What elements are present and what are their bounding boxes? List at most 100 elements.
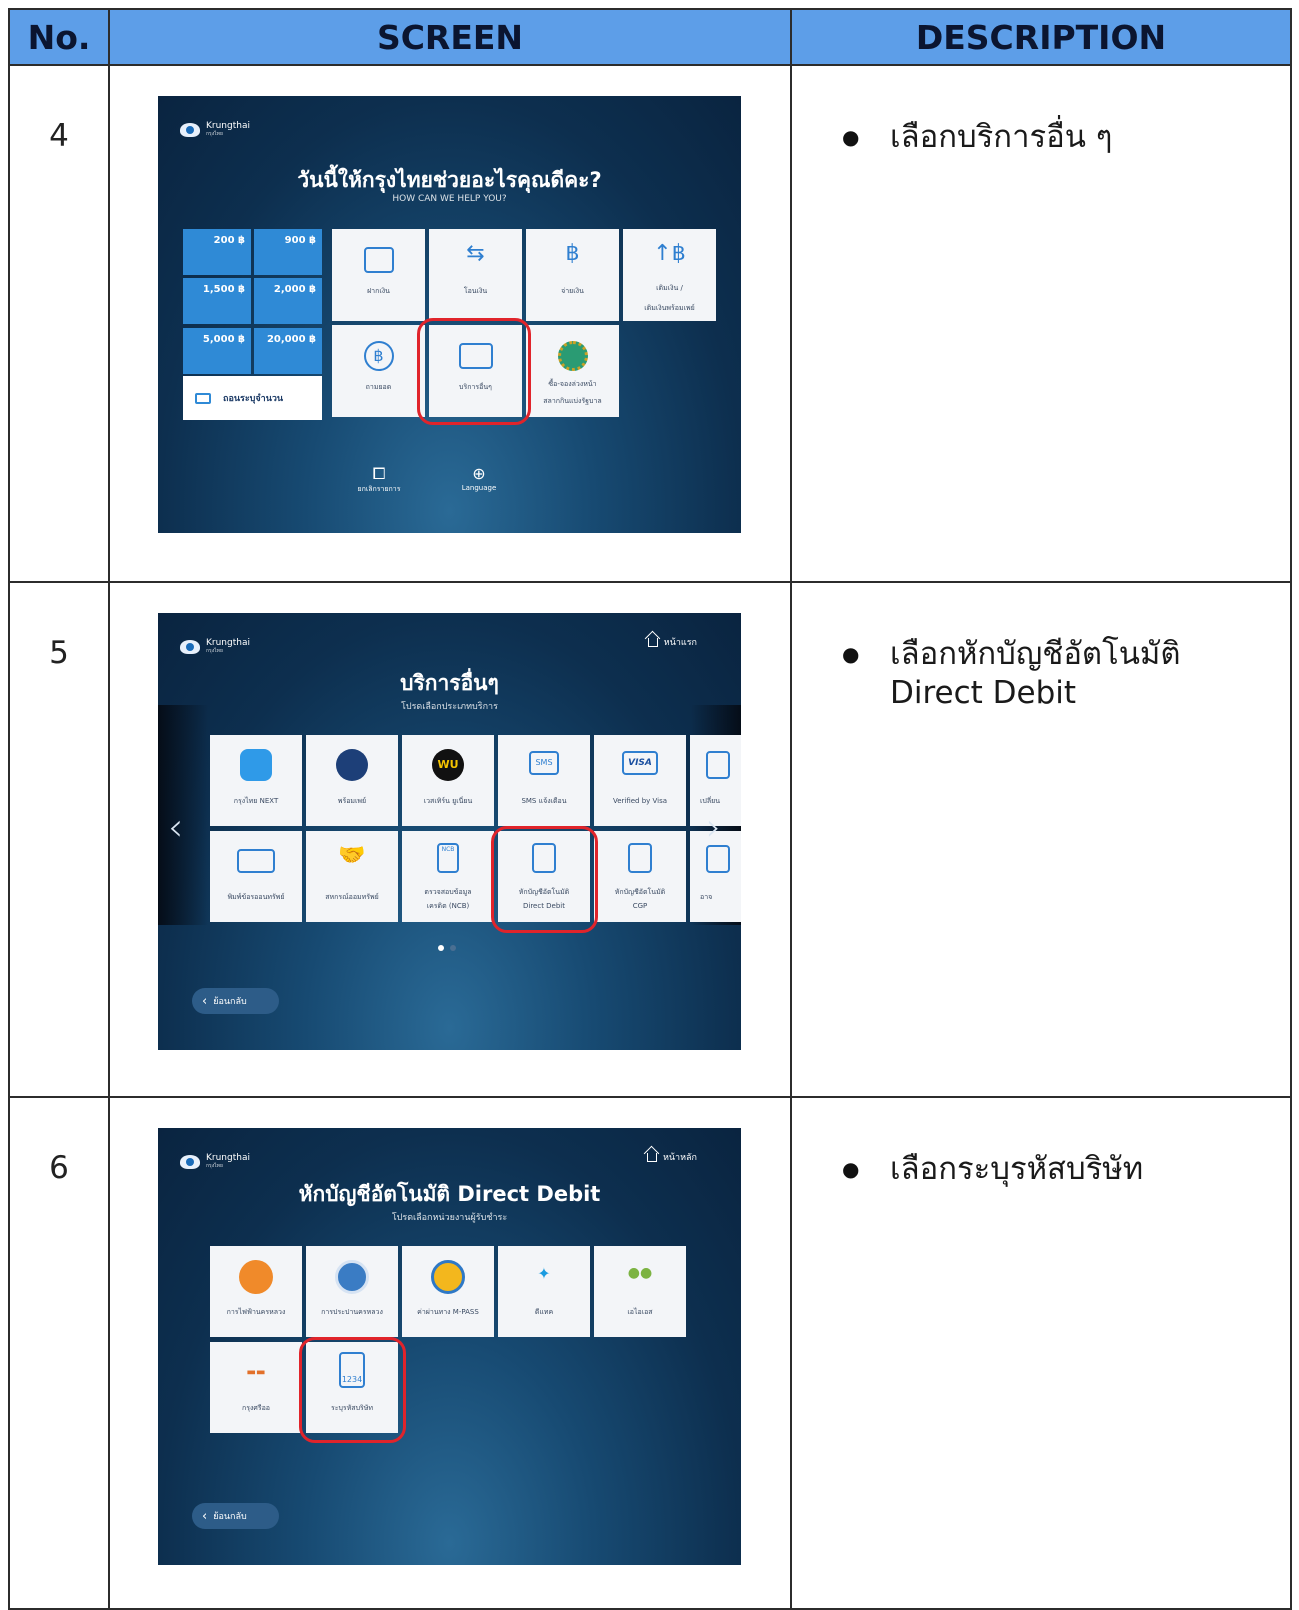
- atm-subtitle: HOW CAN WE HELP YOU?: [392, 194, 507, 204]
- home-icon: [647, 637, 658, 647]
- brand-name: Krungthai: [206, 121, 250, 131]
- mwa-logo-icon: [335, 1260, 369, 1294]
- table-row: 6 Krungthai กรุงไทย หน้าหลัก หักบัญชีอัตโ…: [8, 1096, 1292, 1610]
- withdraw-custom-label: ถอนระบุจำนวน: [223, 394, 284, 404]
- ais-tile[interactable]: ●● เอไอเอส: [594, 1246, 686, 1337]
- amount-button[interactable]: 5,000 ฿: [183, 328, 251, 374]
- ncb-check-tile[interactable]: NCB ตรวจสอบข้อมูล เครดิต (NCB): [402, 831, 494, 922]
- krungthai-logo: Krungthai กรุงไทย: [180, 122, 250, 137]
- screen-cell: Krungthai กรุงไทย หน้าหลัก หักบัญชีอัตโนม…: [108, 1096, 792, 1610]
- mpass-tile[interactable]: ค่าผ่านทาง M-PASS: [402, 1246, 494, 1337]
- sms-icon: SMS: [529, 751, 559, 775]
- monitor-icon: [706, 845, 730, 873]
- highlight-box: [417, 318, 531, 425]
- home-button[interactable]: หน้าหลัก: [646, 1150, 697, 1164]
- krungsri-tile[interactable]: ▬▬ กรุงศรีออ: [210, 1342, 302, 1433]
- language-button[interactable]: ⊕ Language: [444, 464, 514, 492]
- baht-coin-icon: ฿: [363, 341, 394, 371]
- transfer-icon: ⇆: [466, 241, 485, 266]
- home-button[interactable]: หน้าแรก: [647, 635, 697, 649]
- brand-sub: กรุงไทย: [206, 648, 223, 654]
- krungthai-logo: Krungthai กรุงไทย: [180, 639, 250, 654]
- page-dot-active[interactable]: [438, 945, 444, 951]
- highlight-box: [299, 1337, 406, 1443]
- dtac-tile[interactable]: ✦ ดีแทค: [498, 1246, 590, 1337]
- amount-button[interactable]: 200 ฿: [183, 229, 251, 275]
- visa-card-icon: VISA: [622, 751, 658, 775]
- cancel-transaction-button[interactable]: ⧠ ยกเลิกรายการ: [344, 464, 414, 495]
- lottery-tile[interactable]: ซื้อ-จองล่วงหน้า สลากกินแบ่งรัฐบาล: [526, 325, 619, 417]
- description-bullet: เลือกบริการอื่น ๆ: [834, 118, 1270, 157]
- step-number: 4: [8, 64, 110, 583]
- atm-title: บริการอื่นๆ: [400, 671, 499, 695]
- screen-cell: Krungthai กรุงไทย วันนี้ให้กรุงไทยช่วยอะไ…: [108, 64, 792, 583]
- western-union-tile[interactable]: WU เวสเทิร์น ยูเนี่ยน: [402, 735, 494, 826]
- mpass-logo-icon: [431, 1260, 465, 1294]
- atm-title: หักบัญชีอัตโนมัติ Direct Debit: [298, 1182, 601, 1206]
- page-dot[interactable]: [450, 945, 456, 951]
- home-icon: [646, 1152, 657, 1162]
- mea-logo-icon: [239, 1260, 273, 1294]
- mwa-tile[interactable]: การประปานครหลวง: [306, 1246, 398, 1337]
- topup-arrow-icon: ↑฿: [653, 241, 686, 266]
- brand-sub: กรุงไทย: [206, 1163, 223, 1169]
- description-cell: เลือกหักบัญชีอัตโนมัติDirect Debit: [790, 581, 1292, 1098]
- brand-sub: กรุงไทย: [206, 131, 223, 137]
- description-cell: เลือกบริการอื่น ๆ: [790, 64, 1292, 583]
- pay-baht-icon: ฿: [565, 241, 580, 266]
- document-icon: [706, 751, 730, 779]
- chevron-left-icon: ‹: [202, 993, 208, 1009]
- verified-by-visa-tile[interactable]: VISA Verified by Visa: [594, 735, 686, 826]
- carousel-prev-arrow[interactable]: ‹: [168, 805, 183, 849]
- amount-button[interactable]: 1,500 ฿: [183, 278, 251, 324]
- krungthai-next-icon: [240, 749, 272, 781]
- instruction-table: No. SCREEN DESCRIPTION 4 Krungthai กรุงไท…: [8, 8, 1292, 1610]
- deposit-icon: [363, 247, 394, 273]
- atm-subtitle: โปรดเลือกประเภทบริการ: [401, 702, 498, 712]
- header-screen: SCREEN: [108, 8, 792, 66]
- direct-debit-cgp-tile[interactable]: หักบัญชีอัตโนมัติ CGP: [594, 831, 686, 922]
- topup-tile[interactable]: ↑฿ เติมเงิน / เติมเงินพร้อมเพย์: [623, 229, 716, 321]
- table-row: 4 Krungthai กรุงไทย วันนี้ให้กรุงไทยช่วยอ…: [8, 64, 1292, 583]
- deposit-tile[interactable]: ฝากเงิน: [332, 229, 425, 321]
- western-union-icon: WU: [432, 749, 464, 781]
- header-description: DESCRIPTION: [790, 8, 1292, 66]
- atm-screenshot-direct-debit: Krungthai กรุงไทย หน้าหลัก หักบัญชีอัตโนม…: [158, 1128, 741, 1565]
- krungsri-logo-icon: ▬▬: [246, 1367, 266, 1378]
- krungthai-next-tile[interactable]: กรุงไทย NEXT: [210, 735, 302, 826]
- mea-tile[interactable]: การไฟฟ้านครหลวง: [210, 1246, 302, 1337]
- payment-tile[interactable]: ฿ จ่ายเงิน: [526, 229, 619, 321]
- atm-screenshot-main-menu: Krungthai กรุงไทย วันนี้ให้กรุงไทยช่วยอะไ…: [158, 96, 741, 533]
- amount-button[interactable]: 900 ฿: [254, 229, 322, 275]
- cooperative-tile[interactable]: 🤝 สหกรณ์ออมทรัพย์: [306, 831, 398, 922]
- description-bullet: เลือกหักบัญชีอัตโนมัติDirect Debit: [834, 635, 1270, 713]
- amount-button[interactable]: 20,000 ฿: [254, 328, 322, 374]
- table-header-row: No. SCREEN DESCRIPTION: [8, 8, 1292, 66]
- brand-name: Krungthai: [206, 1153, 250, 1163]
- ais-logo-icon: ●●: [627, 1265, 653, 1281]
- balance-tile[interactable]: ฿ ถามยอด: [332, 325, 425, 417]
- dtac-logo-icon: ✦: [537, 1264, 551, 1283]
- globe-icon: ⊕: [472, 464, 486, 483]
- lottery-emblem-icon: [557, 341, 588, 371]
- description-bullet: เลือกระบุรหัสบริษัท: [834, 1150, 1270, 1189]
- krungthai-bird-icon: [180, 122, 200, 137]
- chevron-left-icon: ‹: [202, 1508, 208, 1524]
- screen-cell: Krungthai กรุงไทย หน้าแรก บริการอื่นๆ โปร…: [108, 581, 792, 1098]
- amount-button[interactable]: 2,000 ฿: [254, 278, 322, 324]
- back-button[interactable]: ‹ ย้อนกลับ: [192, 1503, 279, 1529]
- handshake-icon: 🤝: [338, 843, 366, 868]
- carousel-next-arrow[interactable]: ›: [706, 805, 721, 849]
- transfer-tile[interactable]: ⇆ โอนเงิน: [429, 229, 522, 321]
- krungthai-bird-icon: [180, 1154, 200, 1169]
- withdraw-custom-amount-button[interactable]: ถอนระบุจำนวน: [183, 376, 322, 420]
- promptpay-tile[interactable]: พร้อมเพย์: [306, 735, 398, 826]
- krungthai-bird-icon: [180, 639, 200, 654]
- back-button[interactable]: ‹ ย้อนกลับ: [192, 988, 279, 1014]
- table-row: 5 Krungthai กรุงไทย หน้าแรก บริการอื่นๆ โ…: [8, 581, 1292, 1098]
- print-savings-tile[interactable]: พิมพ์ข้อรออนทรัพย์: [210, 831, 302, 922]
- document-clock-icon: [628, 843, 652, 873]
- promptpay-icon: [336, 749, 368, 781]
- sms-alert-tile[interactable]: SMS SMS แจ้งเตือน: [498, 735, 590, 826]
- atm-title: วันนี้ให้กรุงไทยช่วยอะไรคุณดีคะ?: [297, 168, 602, 192]
